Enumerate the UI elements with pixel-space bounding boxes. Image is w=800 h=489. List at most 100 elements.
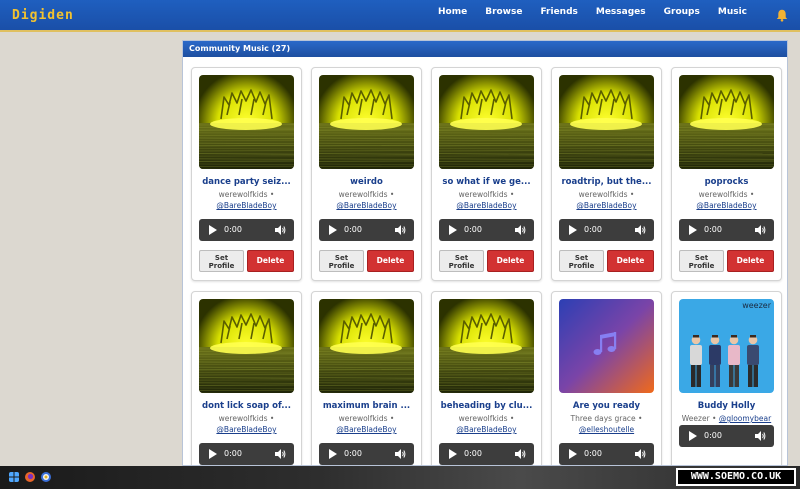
track-artist: werewolfkids • xyxy=(196,414,297,423)
uploader-link[interactable]: @BareBladeBoy xyxy=(676,201,777,210)
delete-button[interactable]: Delete xyxy=(487,250,534,272)
set-profile-button[interactable]: Set Profile xyxy=(679,250,724,272)
artist-name: werewolfkids xyxy=(458,190,508,199)
nav-friends[interactable]: Friends xyxy=(531,7,586,17)
artist-name: werewolfkids xyxy=(218,190,268,199)
track-grid: dance party seiz... werewolfkids • @Bare… xyxy=(191,67,787,465)
play-icon[interactable] xyxy=(569,225,577,235)
audio-player[interactable]: 0:00 xyxy=(559,443,654,465)
track-title[interactable]: Buddy Holly xyxy=(676,401,777,411)
nav-messages[interactable]: Messages xyxy=(587,7,655,17)
audio-player[interactable]: 0:00 xyxy=(319,443,414,465)
time-display: 0:00 xyxy=(584,449,602,458)
audio-player[interactable]: 0:00 xyxy=(319,219,414,241)
separator-dot: • xyxy=(509,414,515,423)
nav-browse[interactable]: Browse xyxy=(476,7,531,17)
track-artist: werewolfkids • xyxy=(316,414,417,423)
play-icon[interactable] xyxy=(689,225,697,235)
play-icon[interactable] xyxy=(569,449,577,459)
volume-icon[interactable] xyxy=(515,449,526,459)
track-title[interactable]: beheading by clu... xyxy=(436,401,537,411)
audio-player[interactable]: 0:00 xyxy=(439,219,534,241)
volume-icon[interactable] xyxy=(275,225,286,235)
artist-name: werewolfkids xyxy=(218,414,268,423)
separator-dot: • xyxy=(269,414,275,423)
uploader-link[interactable]: @gloomybear xyxy=(719,414,771,423)
album-art-glow xyxy=(439,75,534,169)
set-profile-button[interactable]: Set Profile xyxy=(199,250,244,272)
time-display: 0:00 xyxy=(344,225,362,234)
uploader-link[interactable]: @elleshoutelle xyxy=(556,425,657,434)
nav-groups[interactable]: Groups xyxy=(655,7,709,17)
album-art-glow xyxy=(319,299,414,393)
track-title[interactable]: maximum brain ... xyxy=(316,401,417,411)
uploader-link[interactable]: @BareBladeBoy xyxy=(436,425,537,434)
play-icon[interactable] xyxy=(209,449,217,459)
track-title[interactable]: dont lick soap of... xyxy=(196,401,297,411)
uploader-link[interactable]: @BareBladeBoy xyxy=(196,425,297,434)
track-title[interactable]: Are you ready xyxy=(556,401,657,411)
track-title[interactable]: dance party seiz... xyxy=(196,177,297,187)
audio-player[interactable]: 0:00 xyxy=(199,443,294,465)
play-icon[interactable] xyxy=(689,431,697,441)
set-profile-button[interactable]: Set Profile xyxy=(559,250,604,272)
album-art-weezer: weezer xyxy=(679,299,774,393)
audio-player[interactable]: 0:00 xyxy=(439,443,534,465)
delete-button[interactable]: Delete xyxy=(367,250,414,272)
track-artist: werewolfkids • xyxy=(436,190,537,199)
bell-icon[interactable] xyxy=(776,9,788,22)
volume-icon[interactable] xyxy=(755,225,766,235)
track-title[interactable]: weirdo xyxy=(316,177,417,187)
artist-name: werewolfkids xyxy=(578,190,628,199)
play-icon[interactable] xyxy=(449,225,457,235)
volume-icon[interactable] xyxy=(635,449,646,459)
volume-icon[interactable] xyxy=(515,225,526,235)
firefox-icon[interactable] xyxy=(25,472,35,482)
play-icon[interactable] xyxy=(209,225,217,235)
track-card: so what if we ge... werewolfkids • @Bare… xyxy=(431,67,542,281)
volume-icon[interactable] xyxy=(635,225,646,235)
set-profile-button[interactable]: Set Profile xyxy=(319,250,364,272)
delete-button[interactable]: Delete xyxy=(727,250,774,272)
nav-music[interactable]: Music xyxy=(709,7,756,17)
track-title[interactable]: poprocks xyxy=(676,177,777,187)
browser-icon[interactable] xyxy=(41,472,51,482)
site-logo[interactable]: Digiden xyxy=(12,8,74,23)
volume-icon[interactable] xyxy=(755,431,766,441)
audio-player[interactable]: 0:00 xyxy=(679,425,774,447)
artist-name: Three days grace xyxy=(570,414,636,423)
track-title[interactable]: so what if we ge... xyxy=(436,177,537,187)
album-art-glow xyxy=(439,299,534,393)
artist-name: werewolfkids xyxy=(698,190,748,199)
music-note-placeholder-art xyxy=(559,299,654,393)
play-icon[interactable] xyxy=(449,449,457,459)
uploader-link[interactable]: @BareBladeBoy xyxy=(556,201,657,210)
time-display: 0:00 xyxy=(464,225,482,234)
delete-button[interactable]: Delete xyxy=(247,250,294,272)
volume-icon[interactable] xyxy=(275,449,286,459)
track-artist: Three days grace • xyxy=(556,414,657,423)
time-display: 0:00 xyxy=(704,225,722,234)
artist-name: werewolfkids xyxy=(338,190,388,199)
separator-dot: • xyxy=(638,414,643,423)
track-artist: werewolfkids • xyxy=(556,190,657,199)
album-art-glow xyxy=(679,75,774,169)
audio-player[interactable]: 0:00 xyxy=(199,219,294,241)
separator-dot: • xyxy=(389,190,395,199)
play-icon[interactable] xyxy=(329,225,337,235)
uploader-link[interactable]: @BareBladeBoy xyxy=(316,425,417,434)
volume-icon[interactable] xyxy=(395,449,406,459)
nav-home[interactable]: Home xyxy=(429,7,476,17)
volume-icon[interactable] xyxy=(395,225,406,235)
uploader-link[interactable]: @BareBladeBoy xyxy=(196,201,297,210)
set-profile-button[interactable]: Set Profile xyxy=(439,250,484,272)
audio-player[interactable]: 0:00 xyxy=(679,219,774,241)
uploader-link[interactable]: @BareBladeBoy xyxy=(436,201,537,210)
start-icon[interactable] xyxy=(9,472,19,482)
audio-player[interactable]: 0:00 xyxy=(559,219,654,241)
track-card: maximum brain ... werewolfkids • @BareBl… xyxy=(311,291,422,465)
uploader-link[interactable]: @BareBladeBoy xyxy=(316,201,417,210)
track-title[interactable]: roadtrip, but the... xyxy=(556,177,657,187)
delete-button[interactable]: Delete xyxy=(607,250,654,272)
play-icon[interactable] xyxy=(329,449,337,459)
